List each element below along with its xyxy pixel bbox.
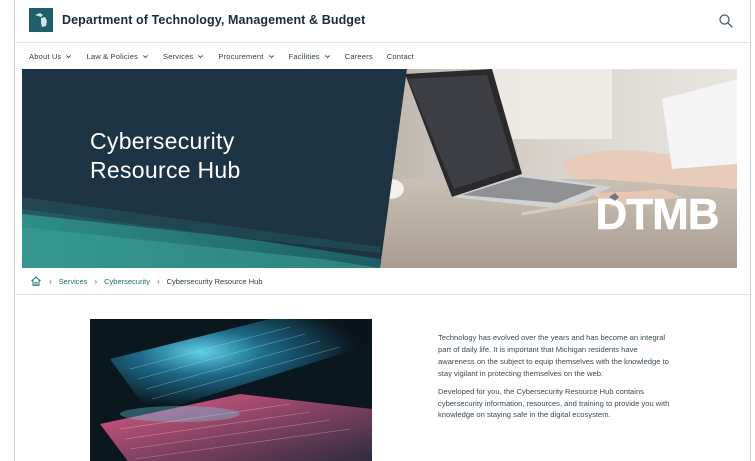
chevron-down-icon <box>324 54 330 58</box>
nav-item-facilities[interactable]: Facilities <box>289 52 331 61</box>
nav-item-label: Services <box>163 51 194 61</box>
laptop-keyboard-image <box>90 319 372 461</box>
breadcrumb-separator-icon: › <box>156 276 160 286</box>
chevron-down-icon <box>66 54 72 58</box>
breadcrumb-separator-icon: › <box>94 276 98 286</box>
breadcrumb-separator-icon: › <box>49 276 52 286</box>
breadcrumb-current: Cybersecurity Resource Hub <box>166 276 263 286</box>
nav-item-label: Law & Policies <box>86 51 139 61</box>
michigan-logo-icon[interactable] <box>29 8 53 32</box>
nav-item-label: Contact <box>386 51 415 61</box>
chevron-down-icon <box>268 54 274 58</box>
hero-title-line2: Resource Hub <box>90 157 241 183</box>
page-frame: Department of Technology, Management & B… <box>14 0 751 461</box>
intro-paragraph-1: Technology has evolved over the years an… <box>438 333 669 378</box>
main-nav: About Us Law & Policies Services Procure… <box>15 43 750 69</box>
nav-item-label: Careers <box>344 51 373 61</box>
breadcrumb-link-cybersecurity[interactable]: Cybersecurity <box>104 277 150 286</box>
hero-banner: Cybersecurity Resource Hub DTMB <box>22 69 737 268</box>
chevron-down-icon <box>143 54 149 58</box>
nav-item-services[interactable]: Services <box>163 52 204 61</box>
site-title[interactable]: Department of Technology, Management & B… <box>62 13 365 27</box>
breadcrumb-link-services[interactable]: Services <box>59 277 88 286</box>
site-header: Department of Technology, Management & B… <box>15 0 750 42</box>
nav-item-about-us[interactable]: About Us <box>29 52 72 61</box>
nav-item-law-policies[interactable]: Law & Policies <box>86 52 149 61</box>
nav-item-label: Facilities <box>288 51 320 61</box>
nav-item-label: Procurement <box>218 51 264 61</box>
dtmb-logo: DTMB <box>595 190 719 235</box>
hero-title: Cybersecurity Resource Hub <box>90 127 241 185</box>
home-icon[interactable] <box>30 275 42 287</box>
breadcrumb-divider <box>15 294 750 295</box>
nav-item-procurement[interactable]: Procurement <box>218 52 274 61</box>
search-icon[interactable] <box>718 13 734 29</box>
nav-item-careers[interactable]: Careers <box>345 52 373 61</box>
nav-item-contact[interactable]: Contact <box>387 52 414 61</box>
intro-text: Technology has evolved over the years an… <box>438 332 676 427</box>
chevron-down-icon <box>198 54 204 58</box>
breadcrumb: › Services › Cybersecurity › Cybersecuri… <box>30 272 263 290</box>
intro-paragraph-2: Developed for you, the Cybersecurity Res… <box>438 386 670 420</box>
nav-item-label: About Us <box>29 51 62 61</box>
hero-title-line1: Cybersecurity <box>90 128 235 154</box>
